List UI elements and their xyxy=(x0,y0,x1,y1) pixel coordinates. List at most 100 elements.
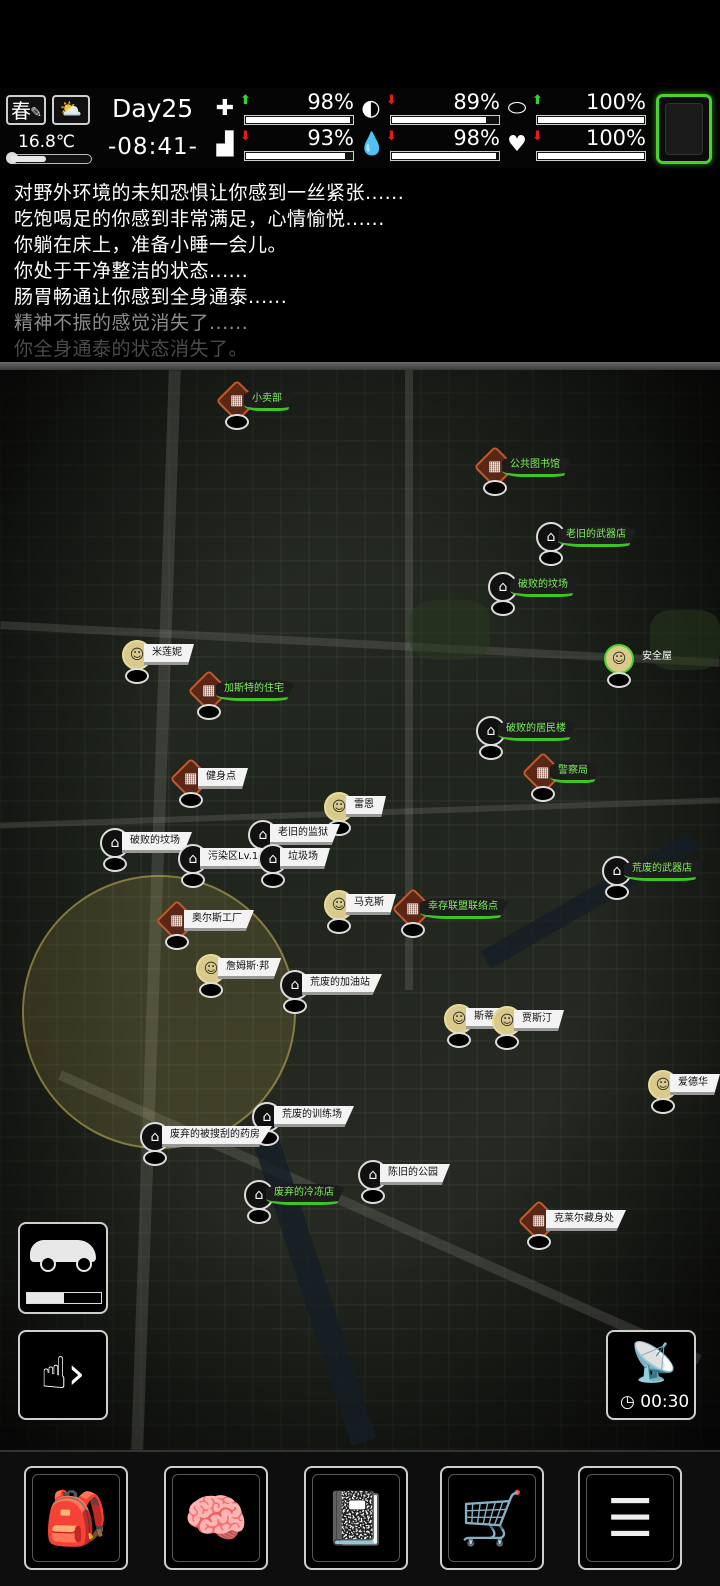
temperature-fill xyxy=(10,156,46,162)
vehicle-fuel-fill xyxy=(27,1293,64,1303)
stat-hunger: ◐ ⬇ 89% xyxy=(358,90,500,127)
log-line: 你全身通泰的状态消失了。 xyxy=(14,338,249,360)
pin-base xyxy=(605,884,629,900)
stat-fill xyxy=(538,153,644,159)
notebook-icon: 📓 xyxy=(312,1474,400,1562)
stat-bar xyxy=(536,115,646,125)
pin-base xyxy=(143,1150,167,1166)
location-label: 贾斯汀 xyxy=(514,1010,564,1031)
location-label: 奥尔斯工厂 xyxy=(184,910,254,931)
tap-hand-icon[interactable]: ☝› xyxy=(18,1330,108,1420)
car-wheel xyxy=(76,1256,92,1272)
water-drop-icon: 💧 xyxy=(358,132,386,157)
pin-base xyxy=(261,872,285,888)
location-label: 米莲妮 xyxy=(144,644,194,665)
log-line: 肠胃畅通让你感到全身通泰...... xyxy=(14,286,288,308)
location-label: 陈旧的公园 xyxy=(380,1164,450,1185)
nav-skills-button[interactable]: 🧠 xyxy=(164,1466,268,1570)
car-wheel xyxy=(40,1256,56,1272)
list-menu-icon: ☰ xyxy=(586,1474,674,1562)
trend-down-icon: ⬇ xyxy=(532,129,543,144)
stomach-icon: ◐ xyxy=(361,96,381,121)
message-log[interactable]: 对野外环境的未知恐惧让你感到一丝紧张...... 吃饱喝足的你感到非常满足，心情… xyxy=(0,172,720,362)
radar-timer-value: 00:30 xyxy=(640,1392,690,1412)
equipment-slot[interactable] xyxy=(656,94,712,164)
stat-value: 98% xyxy=(453,126,500,150)
vehicle-button[interactable] xyxy=(18,1222,108,1314)
stat-health: ✚ ⬆ 98% xyxy=(212,90,354,127)
boot-icon: ▟ xyxy=(216,132,234,157)
radar-button[interactable]: 📡 ◷ 00:30 xyxy=(606,1330,696,1420)
stat-fill xyxy=(538,117,644,123)
stat-bar xyxy=(244,115,354,125)
map-park xyxy=(410,600,490,660)
location-label: 垃圾场 xyxy=(280,848,330,869)
game-clock: -08:41- xyxy=(108,134,198,160)
pin-base xyxy=(527,1234,551,1250)
location-label: 幸存联盟联络点 xyxy=(420,898,510,919)
stat-value: 89% xyxy=(453,90,500,114)
nav-shop-button[interactable]: 🛒 xyxy=(440,1466,544,1570)
pin-base xyxy=(247,1208,271,1224)
season-indicator: 春 ✎ xyxy=(6,95,46,125)
location-label: 安全屋 xyxy=(642,651,672,662)
equipment-slot-inner xyxy=(665,103,703,155)
trend-up-icon: ⬆ xyxy=(240,93,251,108)
stat-bar xyxy=(390,115,500,125)
temperature-value: 16.8℃ xyxy=(18,132,75,152)
location-label: 废弃的冷冻店 xyxy=(266,1184,346,1205)
city-map[interactable]: ▦ 小卖部 ▦ 公共图书馆 ⌂ 老旧的武器店 ⌂ 破败的坟场 ☺ 米莲妮 ☺ 安全屋 ▦ 加斯特的住宅 ⌂ 破… xyxy=(0,370,720,1450)
stat-fill xyxy=(246,153,345,159)
stat-stamina: ▟ ⬇ 93% xyxy=(212,126,354,163)
nav-backpack-button[interactable]: 🎒 xyxy=(24,1466,128,1570)
nav-menu-button[interactable]: ☰ xyxy=(578,1466,682,1570)
pin-base xyxy=(539,550,563,566)
stat-thirst: 💧 ⬇ 98% xyxy=(358,126,500,163)
pill-icon: ⬭ xyxy=(507,96,527,121)
stat-hygiene: ⬭ ⬆ 100% xyxy=(504,90,646,127)
satellite-dish-icon: 📡 xyxy=(630,1340,678,1384)
log-line: 精神不振的感觉消失了...... xyxy=(14,312,249,334)
location-label: 詹姆斯·邦 xyxy=(218,958,282,979)
stat-bar xyxy=(244,151,354,161)
pin-base xyxy=(483,480,507,496)
pin-base xyxy=(401,922,425,938)
season-label: 春 xyxy=(11,99,31,123)
temperature-gauge xyxy=(6,152,92,164)
location-label: 警察局 xyxy=(550,762,600,783)
stat-value: 93% xyxy=(307,126,354,150)
log-divider xyxy=(0,362,720,370)
location-label: 老旧的武器店 xyxy=(558,526,638,547)
map-river xyxy=(481,831,699,969)
stat-fill xyxy=(246,117,350,123)
pin-base xyxy=(165,934,189,950)
pin-base xyxy=(283,998,307,1014)
stat-value: 100% xyxy=(585,90,646,114)
trend-up-icon: ⬆ xyxy=(532,93,543,108)
location-label: 克莱尔藏身处 xyxy=(546,1210,626,1231)
stat-fill xyxy=(392,153,496,159)
log-line: 你处于干净整洁的状态...... xyxy=(14,260,249,282)
pin-base xyxy=(197,704,221,720)
nav-journal-button[interactable]: 📓 xyxy=(304,1466,408,1570)
quill-icon: ✎ xyxy=(30,105,42,121)
pin-base xyxy=(651,1098,675,1114)
location-label: 破败的居民楼 xyxy=(498,720,578,741)
brain-head-icon: 🧠 xyxy=(172,1474,260,1562)
log-line: 你躺在床上，准备小睡一会儿。 xyxy=(14,234,288,256)
pin-base xyxy=(327,918,351,934)
top-letterbox xyxy=(0,0,720,88)
pin-base xyxy=(479,744,503,760)
pin-base xyxy=(179,792,203,808)
pin-base xyxy=(181,872,205,888)
stat-bar xyxy=(390,151,500,161)
stat-value: 100% xyxy=(585,126,646,150)
pin-base xyxy=(491,600,515,616)
pin-base xyxy=(225,414,249,430)
log-line: 对野外环境的未知恐惧让你感到一丝紧张...... xyxy=(14,182,405,204)
location-label: 老旧的监狱 xyxy=(270,824,340,845)
pin-base xyxy=(447,1032,471,1048)
medkit-icon: ✚ xyxy=(215,96,235,121)
location-label: 健身点 xyxy=(198,768,248,789)
location-label: 马克斯 xyxy=(346,894,396,915)
